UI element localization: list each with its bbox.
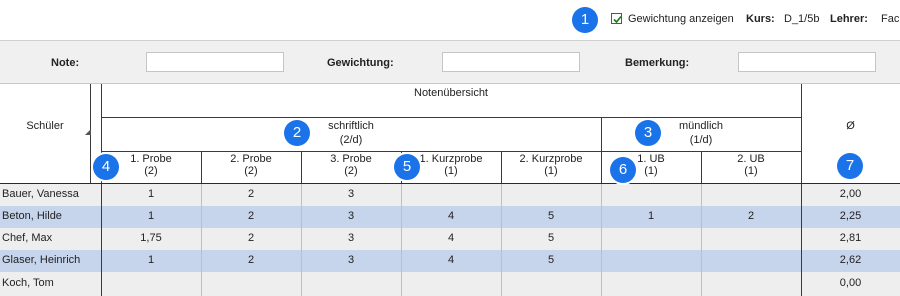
student-name[interactable]: Koch, Tom [2, 277, 54, 289]
gewichtung-input[interactable] [442, 52, 580, 72]
oral-group-title: mündlich [678, 120, 724, 132]
student-column-header[interactable]: Schüler [0, 120, 90, 132]
grade-cell[interactable]: 1 [101, 210, 201, 222]
grade-cell[interactable]: 5 [501, 254, 601, 266]
sort-triangle-icon[interactable] [84, 128, 92, 136]
gewichtung-label: Gewichtung: [327, 57, 394, 69]
grade-cell[interactable]: 3 [301, 210, 401, 222]
grade-cell[interactable]: 4 [401, 232, 501, 244]
checkmark-icon [613, 15, 622, 24]
column-header[interactable]: 2. UB (1) [701, 153, 801, 177]
callout-badge: 7 [837, 153, 863, 179]
average-cell: 2,00 [839, 188, 862, 200]
show-weighting-checkbox[interactable] [611, 13, 622, 24]
grade-cell[interactable]: 5 [501, 210, 601, 222]
grade-cell[interactable]: 4 [401, 254, 501, 266]
oral-group-weight: (1/d) [689, 134, 713, 146]
column-header[interactable]: 2. Kurzprobe (1) [501, 153, 601, 177]
kurs-label: Kurs: [746, 13, 775, 25]
note-input[interactable] [146, 52, 284, 72]
show-weighting-label[interactable]: Gewichtung anzeigen [628, 13, 734, 25]
student-name[interactable]: Bauer, Vanessa [2, 188, 79, 200]
lehrer-value: Fach [881, 13, 900, 25]
top-toolbar: Gewichtung anzeigen Kurs: D_1/5b Lehrer:… [0, 0, 900, 41]
callout-badge: 6 [610, 157, 636, 183]
column-header[interactable]: 3. Probe (2) [301, 153, 401, 177]
written-group-title: schriftlich [328, 120, 374, 132]
callout-badge: 5 [394, 154, 420, 180]
table-row[interactable] [0, 272, 900, 296]
callout-badge: 3 [635, 120, 661, 146]
callout-badge: 2 [284, 120, 310, 146]
average-cell: 0,00 [839, 277, 862, 289]
grade-cell[interactable]: 2 [201, 188, 301, 200]
bemerkung-input[interactable] [738, 52, 876, 72]
grade-cell[interactable]: 1 [601, 210, 701, 222]
student-name[interactable]: Chef, Max [2, 232, 52, 244]
grade-cell[interactable]: 1 [101, 254, 201, 266]
grade-cell[interactable]: 5 [501, 232, 601, 244]
grade-cell[interactable]: 3 [301, 188, 401, 200]
grade-cell[interactable]: 2 [201, 210, 301, 222]
grade-cell[interactable]: 2 [201, 254, 301, 266]
callout-badge: 1 [572, 7, 598, 33]
average-column-header[interactable]: Ø [801, 120, 900, 132]
student-name[interactable]: Beton, Hilde [2, 210, 62, 222]
overview-header: Notenübersicht [414, 87, 488, 99]
grade-cell[interactable]: 3 [301, 232, 401, 244]
grade-table: Schüler Notenübersicht schriftlich (2/d)… [0, 84, 900, 296]
grade-cell[interactable]: 1 [101, 188, 201, 200]
grade-cell[interactable]: 1,75 [101, 232, 201, 244]
grade-cell[interactable]: 3 [301, 254, 401, 266]
kurs-value: D_1/5b [784, 13, 820, 25]
grade-cell[interactable]: 2 [201, 232, 301, 244]
written-group-weight: (2/d) [339, 134, 363, 146]
student-name[interactable]: Glaser, Heinrich [2, 254, 80, 266]
bemerkung-label: Bemerkung: [625, 57, 690, 69]
column-header[interactable]: 2. Probe (2) [201, 153, 301, 177]
average-cell: 2,62 [839, 254, 862, 266]
note-label: Note: [51, 57, 80, 69]
grade-cell[interactable]: 2 [701, 210, 801, 222]
callout-badge: 4 [93, 154, 119, 180]
lehrer-label: Lehrer: [830, 13, 868, 25]
grade-cell[interactable]: 4 [401, 210, 501, 222]
average-cell: 2,81 [839, 232, 862, 244]
average-cell: 2,25 [839, 210, 862, 222]
grade-edit-form: Note: Gewichtung: Bemerkung: [0, 41, 900, 84]
